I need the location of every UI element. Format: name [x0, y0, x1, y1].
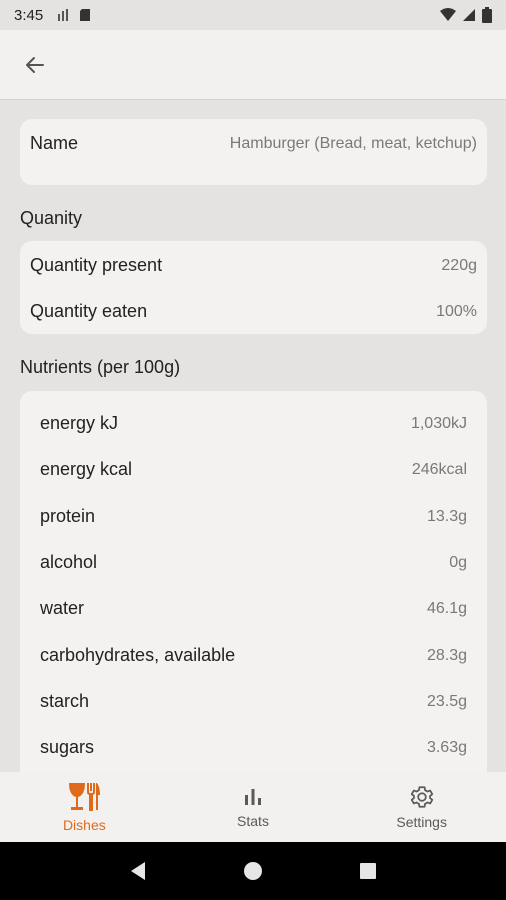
quantity-card: Quantity present 220g Quantity eaten 100…	[20, 241, 487, 334]
nutrient-value: 23.5g	[426, 692, 467, 710]
dishes-icon	[69, 783, 101, 811]
nutrient-row: starch 23.5g	[20, 691, 487, 712]
nutrient-label: alcohol	[40, 552, 98, 572]
recents-square-icon[interactable]	[357, 860, 379, 882]
nutrient-value: 3.63g	[426, 738, 467, 756]
name-row: Name Hamburger (Bread, meat, ketchup)	[20, 133, 487, 154]
quantity-present-value[interactable]: 220g	[441, 257, 477, 275]
nutrients-section-title: Nutrients (per 100g)	[20, 357, 181, 377]
back-triangle-icon[interactable]	[127, 860, 149, 882]
nutrient-label: sugars	[40, 737, 95, 757]
nutrient-value: 13.3g	[426, 507, 467, 525]
sd-card-icon	[80, 9, 91, 21]
name-value[interactable]: Hamburger (Bread, meat, ketchup)	[230, 135, 477, 153]
nutrient-row: alcohol 0g	[20, 552, 487, 573]
nutrient-label: energy kcal	[40, 459, 133, 479]
name-card: Name Hamburger (Bread, meat, ketchup)	[20, 119, 487, 185]
gear-icon	[410, 786, 433, 808]
back-button[interactable]	[20, 50, 50, 80]
nav-label-stats: Stats	[237, 813, 269, 829]
nutrient-value: 1,030kJ	[410, 414, 467, 432]
nav-item-dishes[interactable]: Dishes	[0, 772, 169, 842]
status-bar: 3:45	[0, 0, 506, 30]
nutrient-row: energy kJ 1,030kJ	[20, 413, 487, 434]
quantity-section-title: Quanity	[20, 208, 83, 228]
nutrient-row: carbohydrates, available 28.3g	[20, 645, 487, 666]
bar-chart-icon	[245, 789, 261, 805]
nutrients-card: energy kJ 1,030kJ energy kcal 246kcal pr…	[20, 391, 487, 772]
nav-item-stats[interactable]: Stats	[169, 772, 338, 842]
dish-detail-content[interactable]: Name Hamburger (Bread, meat, ketchup) Qu…	[0, 101, 506, 772]
home-circle-icon[interactable]	[242, 860, 264, 882]
arrow-left-icon	[26, 56, 44, 73]
wifi-icon	[440, 8, 456, 21]
bottom-navigation: Dishes Stats Settings	[0, 772, 506, 842]
app-bar	[0, 30, 506, 100]
quantity-present-label: Quantity present	[30, 255, 163, 275]
signal-strength-icon	[58, 9, 69, 21]
nutrient-row: sugars 3.63g	[20, 737, 487, 758]
quantity-eaten-label: Quantity eaten	[30, 301, 148, 321]
nutrient-label: starch	[40, 691, 90, 711]
nav-label-dishes: Dishes	[62, 817, 106, 833]
nutrient-value: 46.1g	[426, 599, 467, 617]
nutrient-row: water 46.1g	[20, 598, 487, 619]
system-navigation-bar	[0, 842, 506, 900]
quantity-eaten-row[interactable]: Quantity eaten 100%	[20, 301, 487, 322]
nutrient-row: protein 13.3g	[20, 506, 487, 527]
battery-icon	[482, 7, 492, 23]
name-label: Name	[30, 133, 79, 153]
nutrient-label: carbohydrates, available	[40, 645, 236, 665]
nutrient-row: energy kcal 246kcal	[20, 459, 487, 480]
nutrient-value: 246kcal	[411, 460, 467, 478]
nutrient-label: protein	[40, 506, 96, 526]
nutrient-value: 28.3g	[426, 646, 467, 664]
nutrient-value: 0g	[449, 553, 467, 571]
nav-label-settings: Settings	[396, 814, 447, 830]
quantity-present-row[interactable]: Quantity present 220g	[20, 255, 487, 276]
nutrient-label: water	[40, 598, 85, 618]
status-time: 3:45	[14, 6, 44, 24]
nutrient-label: energy kJ	[40, 413, 119, 433]
quantity-eaten-value[interactable]: 100%	[436, 303, 477, 321]
cellular-icon	[463, 9, 475, 21]
nav-item-settings[interactable]: Settings	[337, 772, 506, 842]
